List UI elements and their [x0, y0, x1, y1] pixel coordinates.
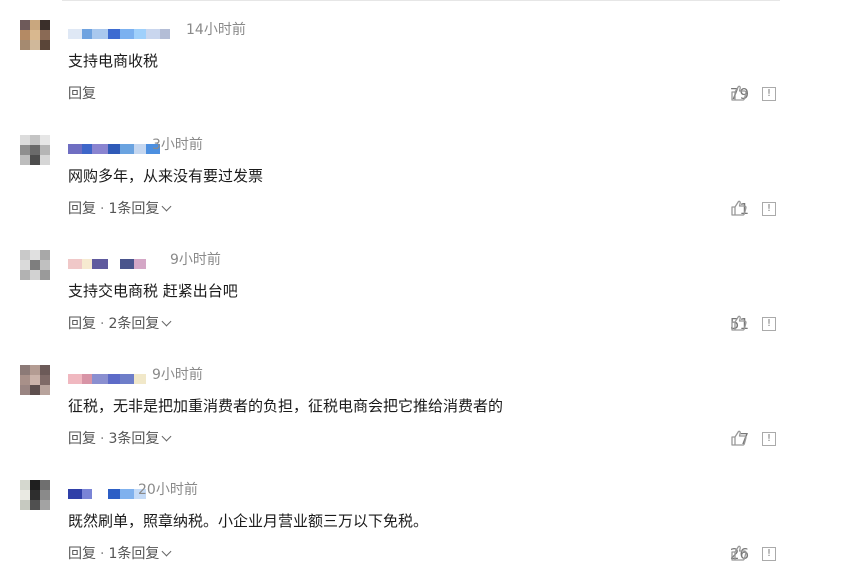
- replies-count-label: 1条回复: [108, 546, 160, 562]
- separator-dot: ·: [100, 201, 105, 217]
- comment-time: 9小时前: [152, 367, 203, 383]
- comment-text: 既然刷单，照章纳税。小企业月营业额三万以下免税。: [68, 512, 429, 530]
- view-replies-button[interactable]: 3条回复: [108, 431, 172, 447]
- chevron-down-icon: [161, 431, 172, 442]
- view-replies-button[interactable]: 1条回复: [108, 201, 172, 217]
- report-icon[interactable]: !: [762, 432, 776, 446]
- comment-text: 网购多年，从来没有要过发票: [68, 167, 264, 185]
- comment-actions: 回复 · 2条回复: [68, 315, 172, 333]
- comment-item: 9小时前征税，无非是把加重消费者的负担，征税电商会把它推给消费者的 回复 · 3条回复…: [0, 345, 847, 460]
- report-icon[interactable]: !: [762, 317, 776, 331]
- separator-dot: ·: [100, 546, 105, 562]
- reply-button[interactable]: 回复: [68, 86, 96, 102]
- replies-count-label: 2条回复: [108, 316, 160, 332]
- view-replies-button[interactable]: 2条回复: [108, 316, 172, 332]
- username-redacted[interactable]: [68, 484, 146, 499]
- comment-item: 9小时前 支持交电商税 赶紧出台吧 回复 · 2条回复 51!: [0, 230, 847, 345]
- replies-count-label: 1条回复: [108, 201, 160, 217]
- separator-dot: ·: [100, 431, 105, 447]
- separator-dot: ·: [100, 316, 105, 332]
- reply-button[interactable]: 回复: [68, 316, 96, 332]
- chevron-down-icon: [161, 201, 172, 212]
- thumbs-up-icon[interactable]: [730, 314, 748, 332]
- username-redacted[interactable]: [68, 369, 146, 384]
- comment-time: 14小时前: [186, 22, 246, 38]
- comment-item: 14小时前 支持电商收税 回复 79!: [0, 0, 847, 115]
- username-redacted[interactable]: [68, 24, 170, 39]
- report-icon[interactable]: !: [762, 547, 776, 561]
- thumbs-up-icon[interactable]: [730, 199, 748, 217]
- comment-time: 3小时前: [152, 137, 203, 153]
- avatar[interactable]: [20, 365, 50, 395]
- comment-text: 支持交电商税 赶紧出台吧: [68, 282, 238, 300]
- comment-actions: 回复 · 1条回复: [68, 545, 172, 563]
- comment-time: 20小时前: [138, 482, 198, 498]
- thumbs-up-icon[interactable]: [730, 429, 748, 447]
- reply-button[interactable]: 回复: [68, 546, 96, 562]
- report-icon[interactable]: !: [762, 87, 776, 101]
- replies-count-label: 3条回复: [108, 431, 160, 447]
- comment-item: 20小时前 既然刷单，照章纳税。小企业月营业额三万以下免税。 回复 · 1条回复 26!: [0, 460, 847, 575]
- chevron-down-icon: [161, 546, 172, 557]
- thumbs-up-icon[interactable]: [730, 84, 748, 102]
- comment-actions: 回复 · 1条回复: [68, 200, 172, 218]
- username-redacted[interactable]: [68, 254, 146, 269]
- reply-button[interactable]: 回复: [68, 431, 96, 447]
- comment-actions: 回复 · 3条回复: [68, 430, 172, 448]
- avatar[interactable]: [20, 480, 50, 510]
- comment-item: 3小时前 网购多年，从来没有要过发票 回复 · 1条回复 1!: [0, 115, 847, 230]
- comment-text: 支持电商收税: [68, 52, 159, 70]
- comment-text: 征税，无非是把加重消费者的负担，征税电商会把它推给消费者的: [68, 397, 504, 415]
- reply-button[interactable]: 回复: [68, 201, 96, 217]
- avatar[interactable]: [20, 135, 50, 165]
- avatar[interactable]: [20, 20, 50, 50]
- comment-time: 9小时前: [170, 252, 221, 268]
- view-replies-button[interactable]: 1条回复: [108, 546, 172, 562]
- avatar[interactable]: [20, 250, 50, 280]
- thumbs-up-icon[interactable]: [730, 544, 748, 562]
- report-icon[interactable]: !: [762, 202, 776, 216]
- username-redacted[interactable]: [68, 139, 160, 154]
- chevron-down-icon: [161, 316, 172, 327]
- comment-actions: 回复: [68, 85, 96, 103]
